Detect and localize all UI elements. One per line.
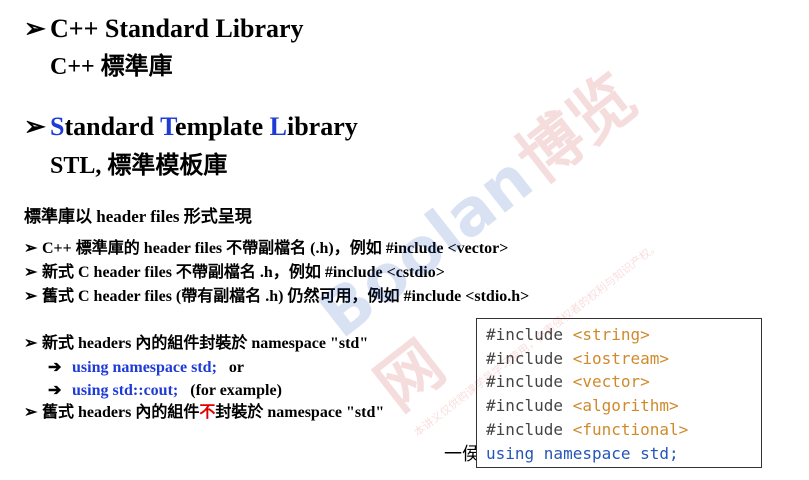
heading-cpp-standard-library: ➢ C++ Standard Library — [24, 14, 304, 44]
include-header: <iostream> — [572, 348, 670, 368]
stl-rest-l: ibrary — [286, 112, 358, 141]
code-include-line: #include <iostream> — [486, 347, 761, 371]
bullet-text: 新式 C header files 不帶副檔名 .h，例如 #include <… — [42, 264, 445, 281]
bullet-arrow-icon: ➢ — [24, 404, 38, 421]
using-namespace-text: using namespace std; — [72, 359, 217, 376]
right-arrow-icon: ➔ — [48, 382, 62, 399]
old-headers-item: ➢ 舊式 headers 內的組件不封裝於 namespace "std" — [24, 403, 384, 423]
heading-title: C++ Standard Library — [50, 14, 304, 43]
bullet-arrow-icon: ➢ — [24, 112, 46, 141]
using-namespace-line: ➔ using namespace std; or — [48, 357, 244, 377]
using-cout-text: using std::cout; — [72, 382, 179, 399]
bullet-text: C++ 標準庫的 header files 不帶副檔名 (.h)，例如 #inc… — [42, 240, 509, 257]
old-headers-not: 不 — [199, 404, 216, 421]
using-cout-line: ➔ using std::cout; (for example) — [48, 380, 282, 400]
code-using-line: using namespace std; — [486, 443, 679, 463]
code-include-line: #include <functional> — [486, 418, 761, 442]
new-headers-item: ➢ 新式 headers 內的組件封裝於 namespace "std" — [24, 334, 368, 354]
code-include-line: #include <string> — [486, 323, 761, 347]
footer-fragment: 一侯 — [444, 444, 480, 465]
include-keyword: #include — [486, 419, 573, 439]
heading-subtitle: C++ 標準庫 — [50, 54, 173, 80]
include-header: <string> — [572, 325, 650, 344]
include-header: <algorithm> — [572, 396, 679, 416]
new-headers-text: 新式 headers 內的組件封裝於 namespace "std" — [42, 335, 369, 352]
or-text: or — [228, 359, 245, 376]
stl-letter-t: T — [160, 112, 176, 141]
heading-stl: ➢ Standard Template Library — [24, 112, 358, 142]
stl-letter-s: S — [50, 112, 65, 141]
include-keyword: #include — [486, 325, 573, 344]
old-headers-prefix: 舊式 headers 內的組件 — [42, 404, 200, 421]
old-headers-suffix: 封裝於 namespace "std" — [215, 404, 385, 421]
include-header: <vector> — [572, 372, 650, 392]
bullet-item: ➢ 新式 C header files 不帶副檔名 .h，例如 #include … — [24, 263, 445, 283]
bullet-text: 舊式 C header files (帶有副檔名 .h) 仍然可用，例如 #in… — [42, 288, 530, 305]
include-keyword: #include — [486, 396, 573, 416]
bullet-arrow-icon: ➢ — [24, 335, 38, 352]
bullet-arrow-icon: ➢ — [24, 288, 38, 305]
for-example-text: (for example) — [190, 382, 282, 399]
bullet-arrow-icon: ➢ — [24, 264, 38, 281]
include-keyword: #include — [486, 348, 573, 368]
bullet-item: ➢ 舊式 C header files (帶有副檔名 .h) 仍然可用，例如 #i… — [24, 287, 529, 307]
bullet-item: ➢ C++ 標準庫的 header files 不帶副檔名 (.h)，例如 #in… — [24, 239, 508, 259]
bullet-arrow-icon: ➢ — [24, 14, 46, 43]
include-header: <functional> — [572, 419, 689, 439]
code-box: #include <string> #include <iostream> #i… — [476, 318, 762, 468]
stl-rest-t: emplate — [175, 112, 270, 141]
stl-rest-s: tandard — [64, 112, 161, 141]
heading-subtitle-stl: STL, 標準模板庫 — [50, 153, 228, 179]
stl-letter-l: L — [269, 112, 287, 141]
intro-text: 標準庫以 header files 形式呈現 — [24, 207, 252, 226]
code-include-line: #include <vector> — [486, 370, 761, 394]
right-arrow-icon: ➔ — [48, 359, 62, 376]
include-keyword: #include — [486, 372, 573, 392]
bullet-arrow-icon: ➢ — [24, 240, 38, 257]
code-include-line: #include <algorithm> — [486, 394, 761, 418]
